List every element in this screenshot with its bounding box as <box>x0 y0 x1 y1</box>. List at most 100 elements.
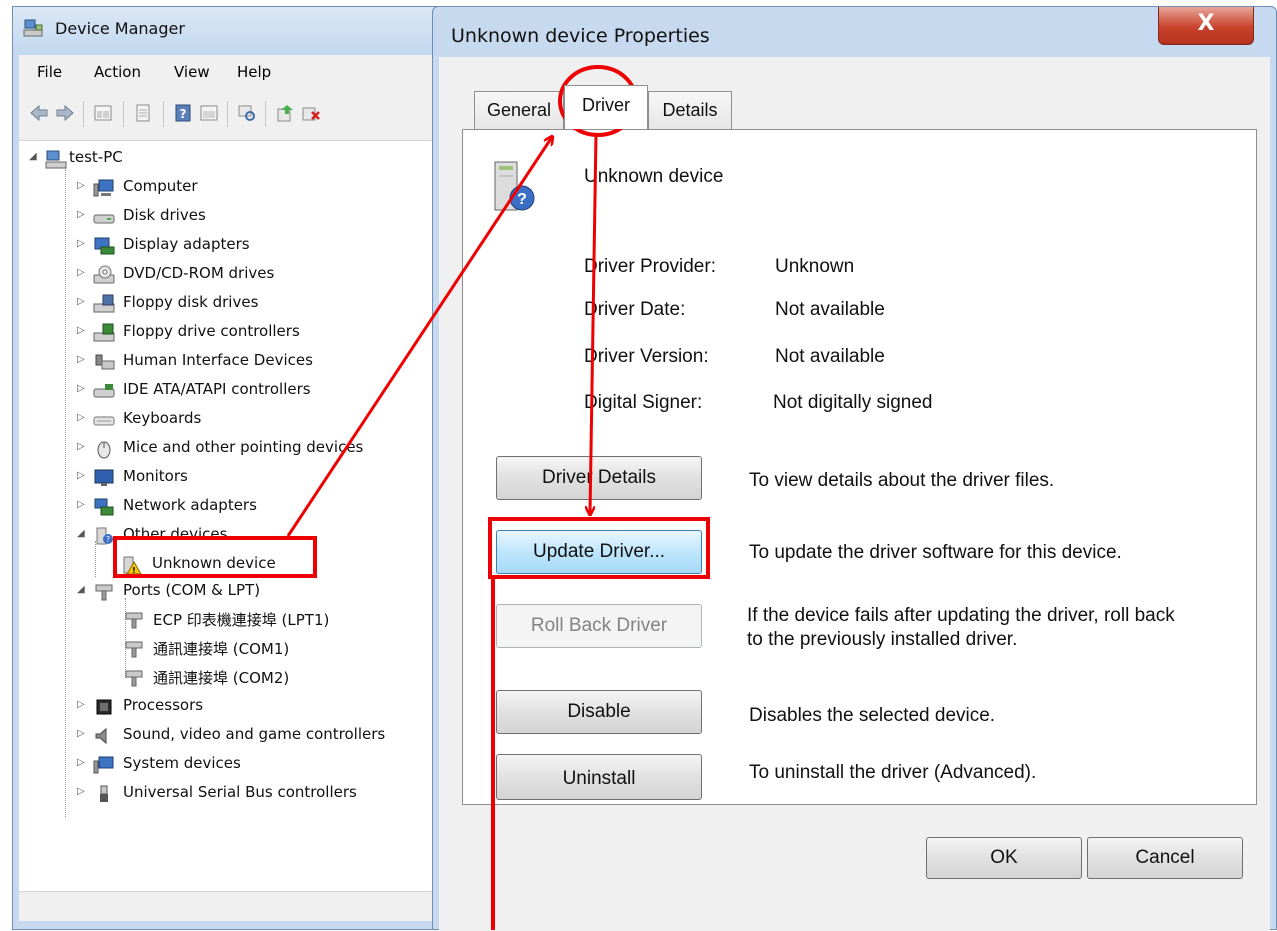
tree-item-floppy-disk-drives[interactable]: ▷ Floppy disk drives <box>77 290 417 318</box>
keyboard-icon <box>93 416 115 426</box>
tab-details[interactable]: Details <box>648 91 732 129</box>
toolbar-separator <box>265 101 266 127</box>
menu-action[interactable]: Action <box>94 63 141 81</box>
tree-item-keyboards[interactable]: ▷ Keyboards <box>77 406 417 434</box>
tree-item-mice[interactable]: ▷ Mice and other pointing devices <box>77 435 437 463</box>
tab-general[interactable]: General <box>474 91 564 129</box>
other-devices-icon: ? <box>96 527 113 545</box>
menu-view[interactable]: View <box>174 63 210 81</box>
tree-item-com1[interactable]: 通訊連接埠 (COM1) <box>107 635 407 663</box>
tree-item-network-adapters[interactable]: ▷ Network adapters <box>77 493 417 521</box>
driver-provider-value: Unknown <box>775 256 855 277</box>
tree-item-system-devices[interactable]: ▷ System devices <box>77 751 417 779</box>
back-arrow-icon[interactable] <box>29 103 49 123</box>
driver-tab-panel: ? Unknown device Driver Provider: Unknow… <box>462 129 1257 805</box>
disk-drive-icon <box>93 214 115 224</box>
tree-item-label: ECP 印表機連接埠 (LPT1) <box>153 611 330 629</box>
uninstall-icon[interactable] <box>301 103 321 123</box>
dvd-drive-icon <box>93 265 115 284</box>
expand-arrow-icon[interactable]: ▷ <box>77 238 89 249</box>
tree-item-disk-drives[interactable]: ▷ Disk drives <box>77 203 417 231</box>
driver-date-value: Not available <box>775 299 885 320</box>
tree-item-processors[interactable]: ▷ Processors <box>77 693 417 721</box>
status-bar <box>19 891 435 921</box>
tree-guide-line <box>65 169 66 817</box>
properties-icon[interactable] <box>133 103 153 123</box>
tree-item-computer[interactable]: ▷ Computer <box>77 174 417 202</box>
expand-arrow-icon[interactable]: ▷ <box>77 180 89 191</box>
port-icon <box>95 584 113 601</box>
ide-controller-icon <box>93 384 115 398</box>
tree-item-label: Network adapters <box>123 496 257 514</box>
expand-arrow-icon[interactable]: ▷ <box>77 325 89 336</box>
svg-text:?: ? <box>517 191 527 208</box>
device-manager-window: Device Manager File Action View Help ? ◢… <box>12 6 442 930</box>
system-devices-icon <box>93 756 114 774</box>
tree-item-monitors[interactable]: ▷ Monitors <box>77 464 417 492</box>
driver-details-button[interactable]: Driver Details <box>496 456 702 500</box>
help-icon[interactable]: ? <box>173 103 193 123</box>
tree-item-usb[interactable]: ▷ Universal Serial Bus controllers <box>77 780 437 808</box>
tree-item-label: 通訊連接埠 (COM2) <box>153 669 290 687</box>
device-manager-title: Device Manager <box>55 19 185 38</box>
expand-arrow-icon[interactable]: ▷ <box>77 383 89 394</box>
expand-arrow-icon[interactable]: ▷ <box>77 499 89 510</box>
driver-version-label: Driver Version: <box>584 346 709 367</box>
expand-arrow-icon[interactable]: ▷ <box>77 441 89 452</box>
expand-arrow-icon[interactable]: ▷ <box>77 757 89 768</box>
menu-help[interactable]: Help <box>237 63 271 81</box>
collapse-arrow-icon[interactable]: ◢ <box>77 584 89 595</box>
tree-item-floppy-drive-controllers[interactable]: ▷ Floppy drive controllers <box>77 319 417 347</box>
expand-arrow-icon[interactable]: ▷ <box>77 699 89 710</box>
menu-file[interactable]: File <box>37 63 62 81</box>
device-tree: ◢ test-PC ▷ Computer ▷ Disk drives ▷ Dis… <box>19 141 435 891</box>
roll-back-driver-button[interactable]: Roll Back Driver <box>496 604 702 648</box>
expand-arrow-icon[interactable]: ▷ <box>77 209 89 220</box>
cancel-button[interactable]: Cancel <box>1087 837 1243 879</box>
port-icon <box>125 670 143 687</box>
tree-item-label: Keyboards <box>123 409 202 427</box>
expand-arrow-icon[interactable]: ▷ <box>77 267 89 278</box>
tab-driver[interactable]: Driver <box>564 85 648 129</box>
tree-item-human-interface-devices[interactable]: ▷ Human Interface Devices <box>77 348 417 376</box>
uninstall-button[interactable]: Uninstall <box>496 754 702 800</box>
tree-item-label: Computer <box>123 177 198 195</box>
close-button[interactable]: X <box>1158 7 1254 45</box>
tree-item-label: Disk drives <box>123 206 206 224</box>
tree-root[interactable]: ◢ test-PC <box>29 145 229 173</box>
view-icon[interactable] <box>199 103 219 123</box>
unknown-device-highlight <box>113 536 317 578</box>
scan-hardware-icon[interactable] <box>237 103 257 123</box>
expand-arrow-icon[interactable]: ▷ <box>77 296 89 307</box>
disable-button[interactable]: Disable <box>496 690 702 734</box>
svg-text:?: ? <box>180 107 187 121</box>
ok-button[interactable]: OK <box>926 837 1082 879</box>
update-driver-icon[interactable] <box>275 103 295 123</box>
tree-item-label: Display adapters <box>123 235 250 253</box>
network-adapter-icon <box>94 498 114 516</box>
tree-item-ide-controllers[interactable]: ▷ IDE ATA/ATAPI controllers <box>77 377 417 405</box>
forward-arrow-icon[interactable] <box>55 103 75 123</box>
collapse-arrow-icon[interactable]: ◢ <box>29 151 41 162</box>
digital-signer-value: Not digitally signed <box>773 392 933 413</box>
expand-arrow-icon[interactable]: ▷ <box>77 354 89 365</box>
tree-item-label: Universal Serial Bus controllers <box>123 783 357 801</box>
device-manager-icon <box>23 19 43 37</box>
usb-icon <box>100 785 108 802</box>
tree-item-ports[interactable]: ◢ Ports (COM & LPT) <box>77 578 417 606</box>
tree-item-lpt1[interactable]: ECP 印表機連接埠 (LPT1) <box>107 606 407 634</box>
expand-arrow-icon[interactable]: ▷ <box>77 786 89 797</box>
tree-item-label: IDE ATA/ATAPI controllers <box>123 380 311 398</box>
tree-item-label: Ports (COM & LPT) <box>123 581 261 599</box>
expand-arrow-icon[interactable]: ▷ <box>77 412 89 423</box>
expand-arrow-icon[interactable]: ▷ <box>77 728 89 739</box>
expand-arrow-icon[interactable]: ▷ <box>77 470 89 481</box>
show-hide-tree-icon[interactable] <box>93 103 113 123</box>
tree-item-sound[interactable]: ▷ Sound, video and game controllers <box>77 722 437 750</box>
tree-item-com2[interactable]: 通訊連接埠 (COM2) <box>107 664 407 692</box>
tree-item-dvd-drives[interactable]: ▷ DVD/CD-ROM drives <box>77 261 417 289</box>
tree-item-label: Human Interface Devices <box>123 351 313 369</box>
collapse-arrow-icon[interactable]: ◢ <box>77 528 89 539</box>
tree-item-display-adapters[interactable]: ▷ Display adapters <box>77 232 417 260</box>
device-name: Unknown device <box>584 166 724 187</box>
